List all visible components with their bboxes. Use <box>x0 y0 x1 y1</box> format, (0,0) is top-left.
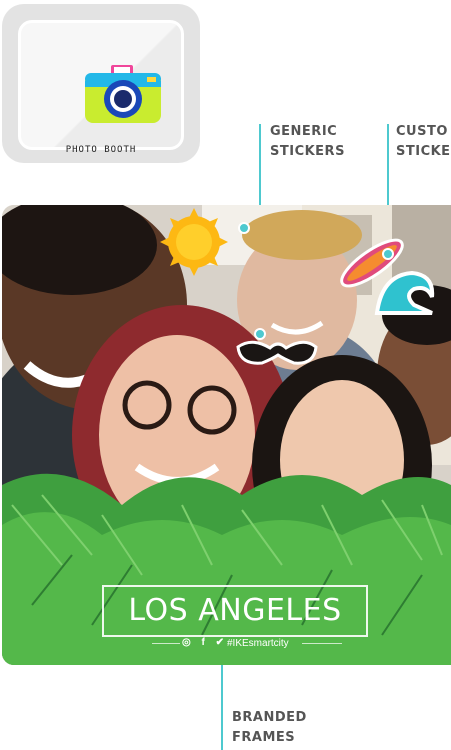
callout-custom-dot <box>382 248 394 260</box>
callout-branded-frames: BRANDED FRAMES <box>232 710 307 745</box>
frame-city-title: LOS ANGELES <box>128 593 342 628</box>
frame-hashtag: #IKEsmartcity <box>227 638 289 649</box>
callout-generic-dot <box>254 328 266 340</box>
selfie-photo: LOS ANGELES ◎ f ✔ #IKEsmartcity <box>2 205 451 665</box>
frame-social-bar: ◎ f ✔ #IKEsmartcity <box>152 637 352 651</box>
sun-sticker <box>160 208 228 276</box>
social-icons: ◎ f ✔ <box>182 637 228 648</box>
callout-generic-dot-2 <box>238 222 250 234</box>
app-label: PHOTO BOOTH <box>65 145 137 155</box>
photo-booth-app-tile[interactable]: PHOTO BOOTH <box>2 4 200 163</box>
callout-generic-stickers: GENERIC STICKERS <box>270 124 345 159</box>
camera-icon <box>85 65 161 123</box>
callout-custom-stickers: CUSTO STICKE <box>396 124 451 159</box>
photo-booth-app-card: PHOTO BOOTH <box>18 20 184 155</box>
